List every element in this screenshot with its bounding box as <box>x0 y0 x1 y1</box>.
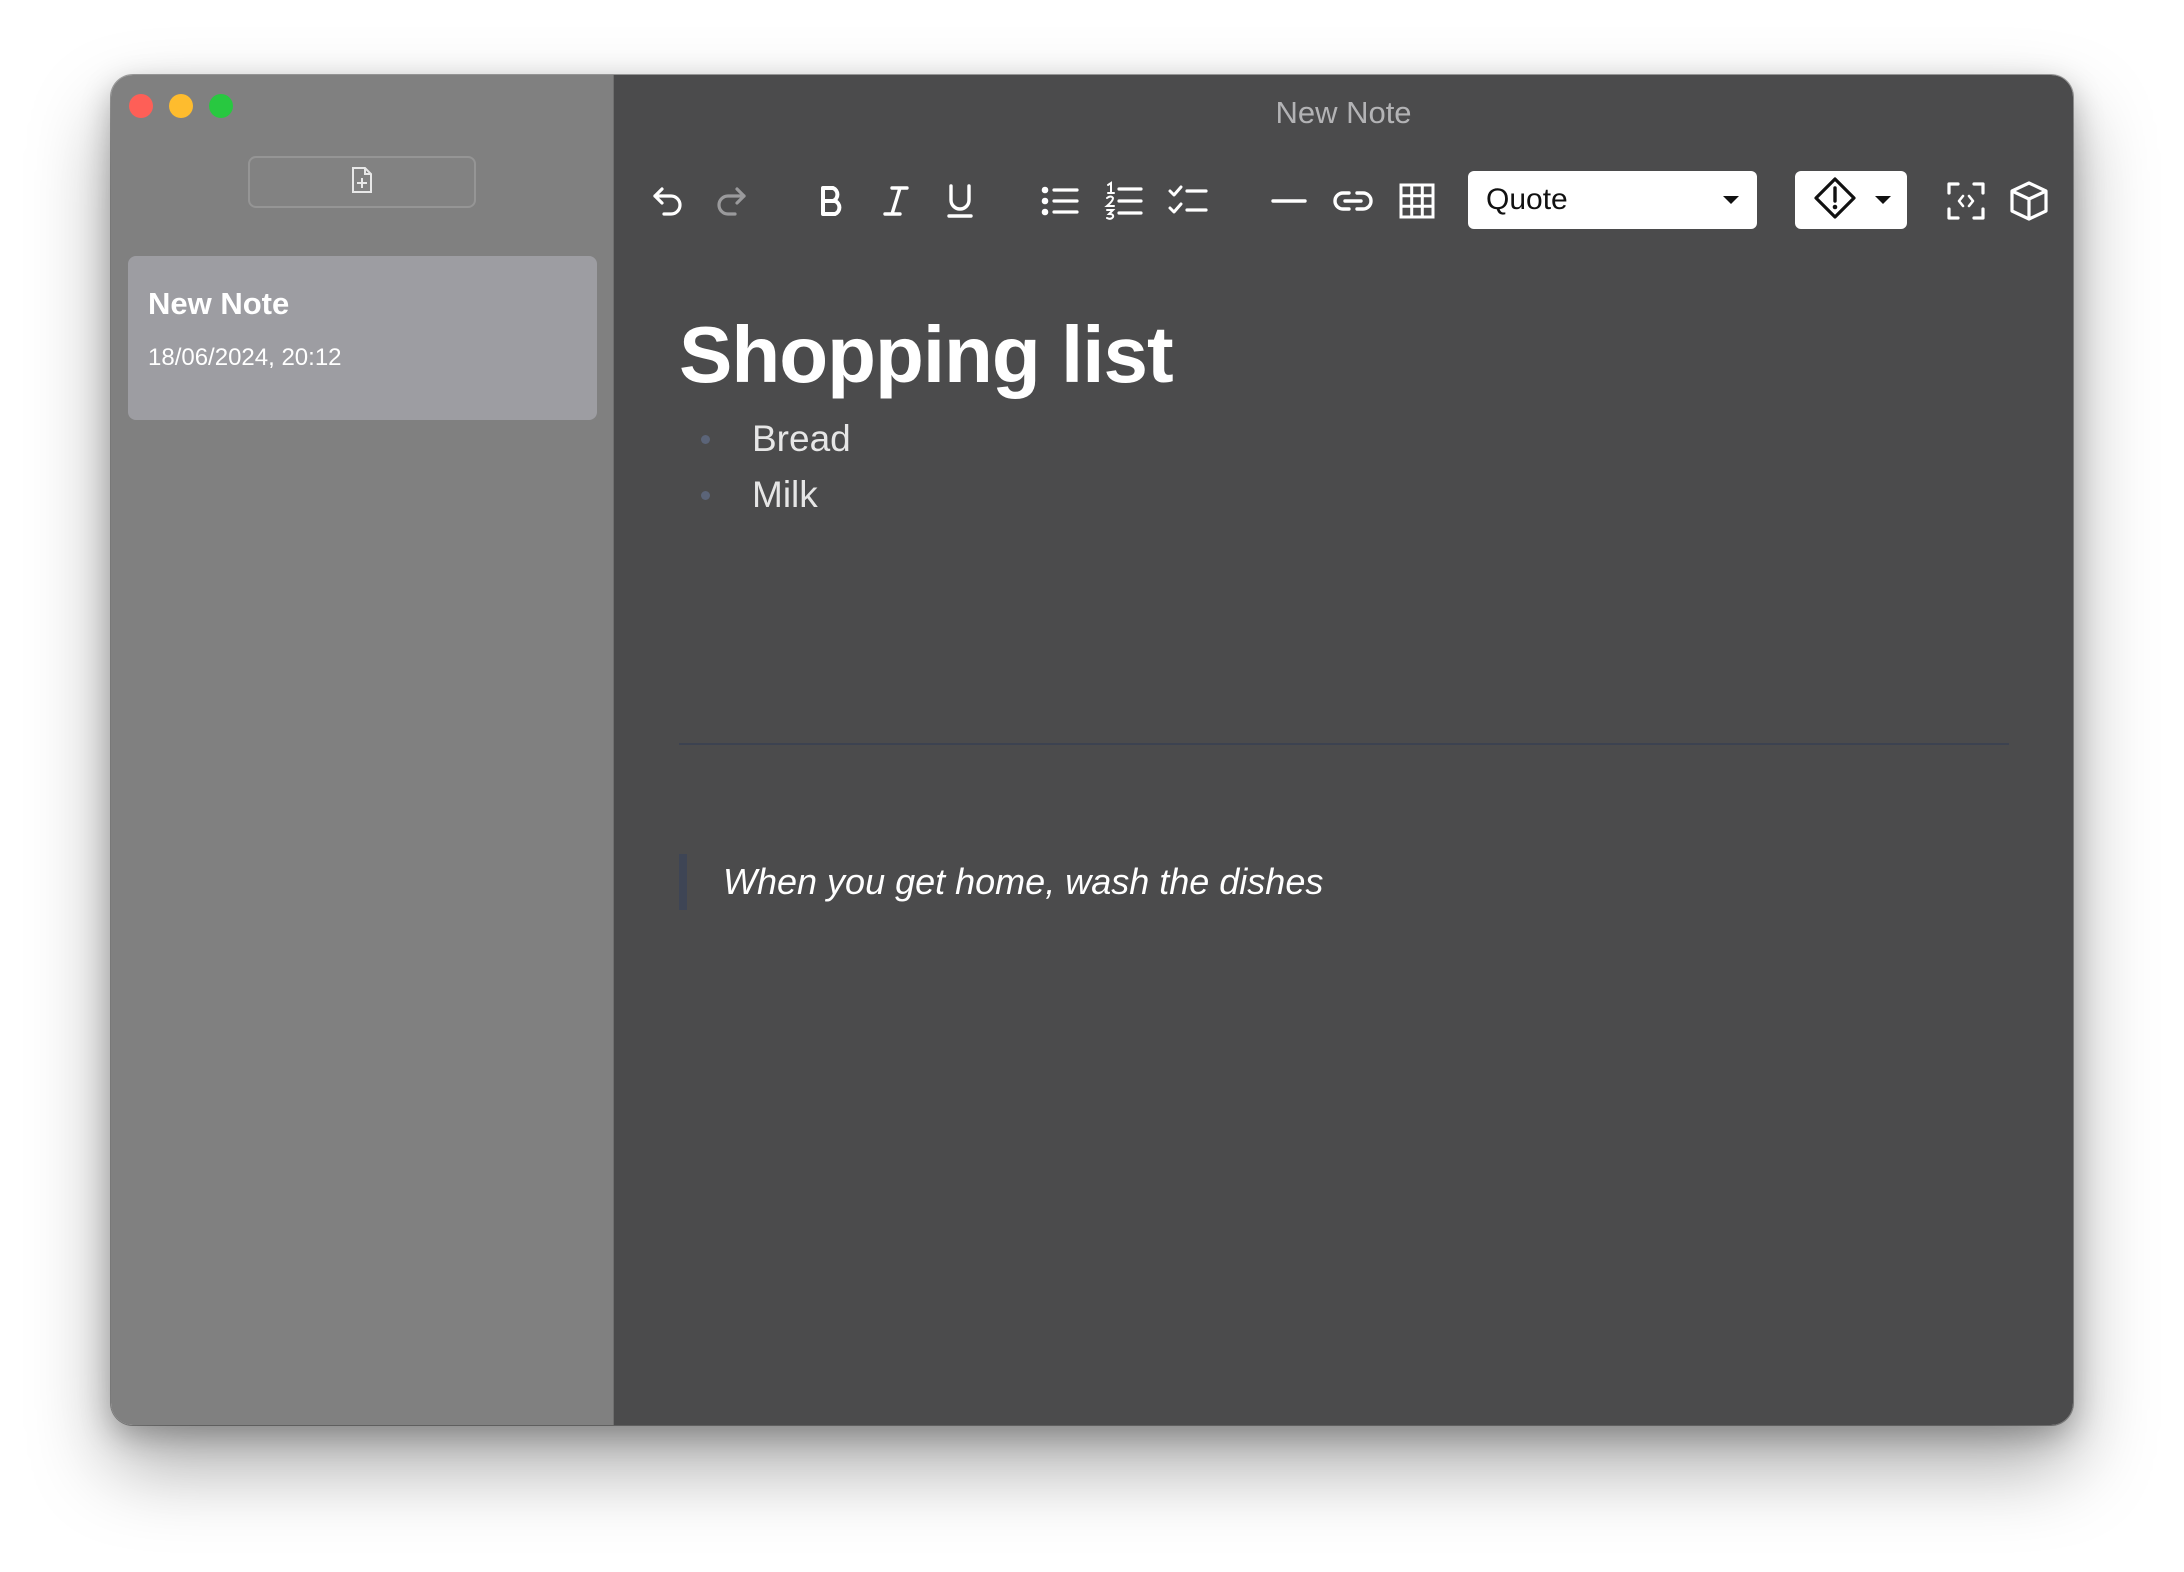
horizontal-rule-icon <box>1271 183 1307 219</box>
bold-icon <box>817 183 847 219</box>
checklist-button[interactable] <box>1166 179 1210 223</box>
note-item-title: New Note <box>148 286 290 321</box>
file-plus-icon <box>350 166 374 199</box>
note-heading: Shopping list <box>679 310 1174 399</box>
list-item: Milk <box>679 467 2009 523</box>
fullscreen-button[interactable] <box>1944 179 1988 223</box>
checklist-icon <box>1167 183 1209 219</box>
redo-icon <box>713 183 749 219</box>
formatting-toolbar: Quote <box>614 171 2073 231</box>
new-note-button[interactable] <box>248 156 476 208</box>
editor-pane: New Note Quote Shopping list Bread Milk … <box>614 75 2073 1425</box>
fullscreen-icon <box>1946 181 1986 221</box>
app-window: New Note 18/06/2024, 20:12 New Note Quot… <box>111 75 2073 1425</box>
italic-button[interactable] <box>874 179 918 223</box>
undo-icon <box>650 183 686 219</box>
blockquote: When you get home, wash the dishes <box>679 854 1323 910</box>
minimize-window-button[interactable] <box>169 94 193 118</box>
horizontal-rule-button[interactable] <box>1267 179 1311 223</box>
chevron-down-icon <box>1875 196 1891 204</box>
alert-icon <box>1813 176 1857 225</box>
block-type-value: Quote <box>1486 183 1568 216</box>
numbered-list-button[interactable] <box>1102 179 1146 223</box>
underline-icon <box>945 182 975 220</box>
bullet-marker <box>701 435 710 444</box>
window-controls <box>129 94 233 118</box>
italic-icon <box>881 183 911 219</box>
table-icon <box>1398 182 1436 220</box>
sidebar: New Note 18/06/2024, 20:12 <box>111 75 614 1425</box>
cube-icon <box>2009 180 2049 222</box>
bullet-list: Bread Milk <box>679 411 2009 523</box>
link-button[interactable] <box>1331 179 1375 223</box>
note-editor[interactable]: Shopping list Bread Milk <box>679 307 2009 523</box>
table-button[interactable] <box>1395 179 1439 223</box>
redo-button[interactable] <box>709 179 753 223</box>
list-item-text: Milk <box>752 474 818 515</box>
close-window-button[interactable] <box>129 94 153 118</box>
undo-button[interactable] <box>646 179 690 223</box>
bullet-marker <box>701 491 710 500</box>
block-type-select[interactable]: Quote <box>1468 171 1757 229</box>
bold-button[interactable] <box>810 179 854 223</box>
zoom-window-button[interactable] <box>209 94 233 118</box>
chevron-down-icon <box>1723 196 1739 204</box>
alert-type-select[interactable] <box>1795 171 1907 229</box>
preview-button[interactable] <box>2007 179 2051 223</box>
link-icon <box>1332 183 1374 219</box>
list-item-text: Bread <box>752 418 851 459</box>
bullet-list-icon <box>1040 183 1080 219</box>
numbered-list-icon <box>1104 181 1144 221</box>
list-item: Bread <box>679 411 2009 467</box>
horizontal-rule <box>679 743 2009 745</box>
underline-button[interactable] <box>938 179 982 223</box>
note-item-date: 18/06/2024, 20:12 <box>148 344 342 371</box>
window-title: New Note <box>1275 95 1412 130</box>
bullet-list-button[interactable] <box>1038 179 1082 223</box>
note-list-item[interactable]: New Note 18/06/2024, 20:12 <box>128 256 597 420</box>
